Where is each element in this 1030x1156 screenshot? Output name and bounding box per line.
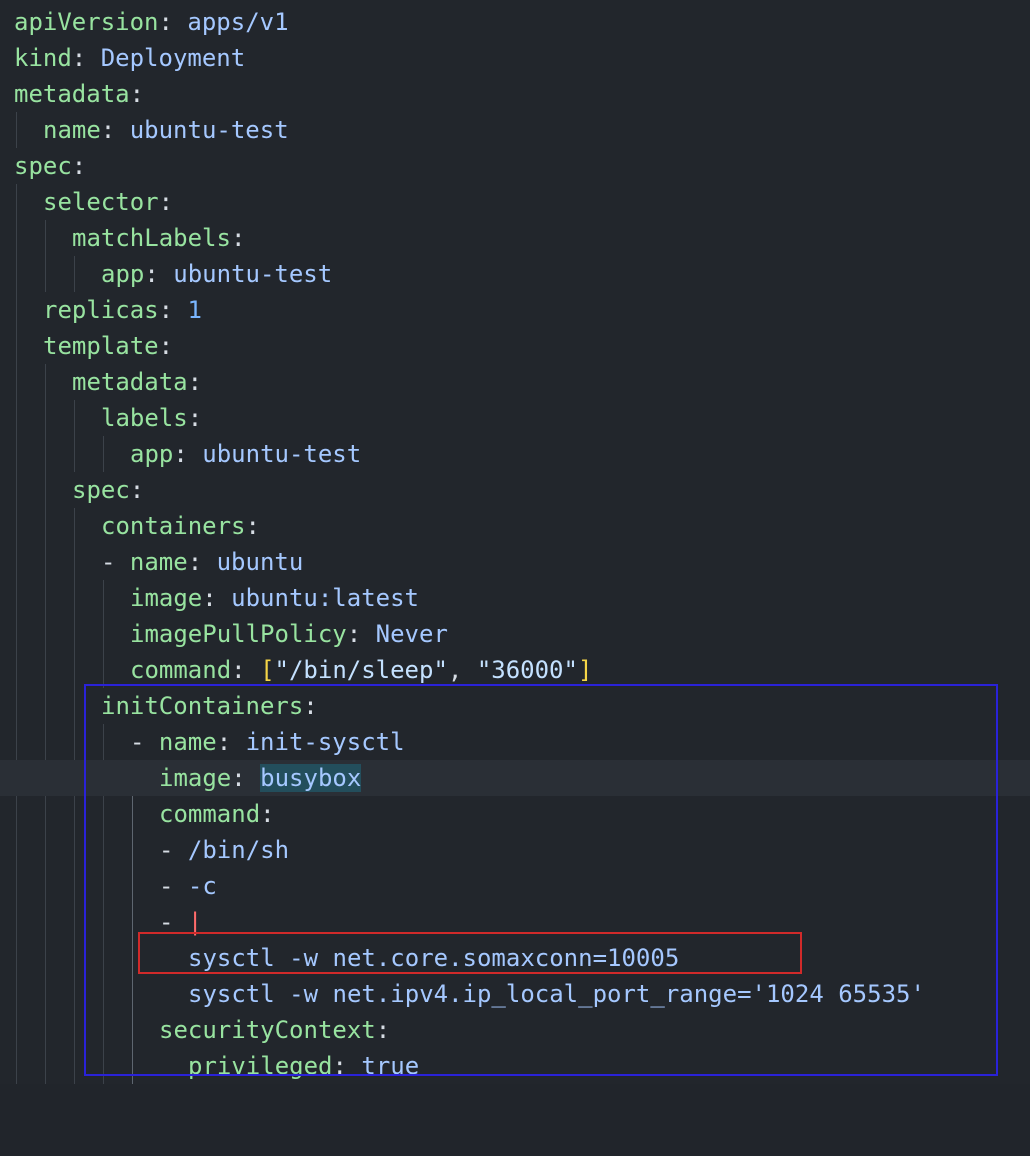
yaml-key: selector	[43, 188, 159, 216]
yaml-key: command	[130, 656, 232, 684]
yaml-key: metadata	[14, 80, 130, 108]
colon: :	[158, 332, 174, 360]
yaml-value: apps/v1	[187, 8, 289, 36]
yaml-key: app	[130, 440, 174, 468]
colon: :	[187, 548, 203, 576]
list-item-string: "/bin/sleep"	[274, 656, 448, 684]
bracket-close: ]	[577, 656, 593, 684]
yaml-number-value: 1	[187, 296, 202, 324]
list-item-string: "36000"	[476, 656, 578, 684]
yaml-key: template	[43, 332, 159, 360]
yaml-key: kind	[14, 44, 72, 72]
yaml-value: ubuntu-test	[129, 116, 289, 144]
colon: :	[100, 116, 116, 144]
yaml-value: ubuntu	[216, 548, 304, 576]
colon: :	[173, 440, 188, 468]
colon: :	[129, 80, 145, 108]
code-line[interactable]: image: ubuntu:latest	[0, 580, 1030, 616]
yaml-key: name	[43, 116, 101, 144]
yaml-key: name	[129, 548, 188, 576]
yaml-value: ubuntu-test	[202, 440, 362, 468]
yaml-key: app	[101, 260, 145, 288]
code-line[interactable]: replicas: 1	[0, 292, 1030, 328]
colon: :	[129, 476, 145, 504]
yaml-key: apiVersion	[14, 8, 159, 36]
yaml-key: metadata	[72, 368, 188, 396]
code-line[interactable]: - name: ubuntu	[0, 544, 1030, 580]
yaml-value: ubuntu-test	[173, 260, 333, 288]
colon: :	[71, 44, 87, 72]
code-line[interactable]: spec:	[0, 472, 1030, 508]
code-line[interactable]: app: ubuntu-test	[0, 436, 1030, 472]
colon: :	[144, 260, 159, 288]
code-line[interactable]: metadata:	[0, 76, 1030, 112]
code-line[interactable]: selector:	[0, 184, 1030, 220]
yaml-key: spec	[72, 476, 130, 504]
code-line[interactable]: template:	[0, 328, 1030, 364]
colon: :	[71, 152, 87, 180]
yaml-key: spec	[14, 152, 72, 180]
yaml-key: labels	[101, 404, 188, 432]
code-line[interactable]: matchLabels:	[0, 220, 1030, 256]
code-line[interactable]: name: ubuntu-test	[0, 112, 1030, 148]
code-editor[interactable]: apiVersion: apps/v1 kind: Deployment met…	[0, 0, 1030, 1084]
yaml-key: replicas	[43, 296, 159, 324]
colon: :	[230, 224, 246, 252]
colon: :	[187, 404, 203, 432]
colon: :	[202, 584, 217, 612]
code-line[interactable]: command: ["/bin/sleep", "36000"]	[0, 652, 1030, 688]
code-line[interactable]: spec:	[0, 148, 1030, 184]
yaml-key: containers	[101, 512, 246, 540]
yaml-value: Deployment	[100, 44, 246, 72]
colon: :	[187, 368, 203, 396]
bracket-open: [	[260, 656, 275, 684]
colon: :	[346, 620, 362, 648]
yaml-value: ubuntu:latest	[231, 584, 419, 612]
yaml-key: matchLabels	[72, 224, 231, 252]
yaml-key: image	[130, 584, 203, 612]
colon: :	[245, 512, 260, 540]
colon: :	[231, 656, 246, 684]
yaml-value: Never	[375, 620, 448, 648]
code-line[interactable]: imagePullPolicy: Never	[0, 616, 1030, 652]
somaxconn-annotation-box	[138, 932, 802, 974]
init-containers-annotation-box	[84, 684, 998, 1076]
colon: :	[158, 188, 174, 216]
code-line[interactable]: apiVersion: apps/v1	[0, 4, 1030, 40]
list-dash: -	[101, 548, 116, 576]
colon: :	[158, 296, 174, 324]
yaml-key: imagePullPolicy	[130, 620, 347, 648]
list-separator: ,	[447, 656, 477, 684]
code-line[interactable]: labels:	[0, 400, 1030, 436]
colon: :	[158, 8, 173, 36]
code-line[interactable]: kind: Deployment	[0, 40, 1030, 76]
code-line[interactable]: app: ubuntu-test	[0, 256, 1030, 292]
code-line[interactable]: containers:	[0, 508, 1030, 544]
code-line[interactable]: metadata:	[0, 364, 1030, 400]
